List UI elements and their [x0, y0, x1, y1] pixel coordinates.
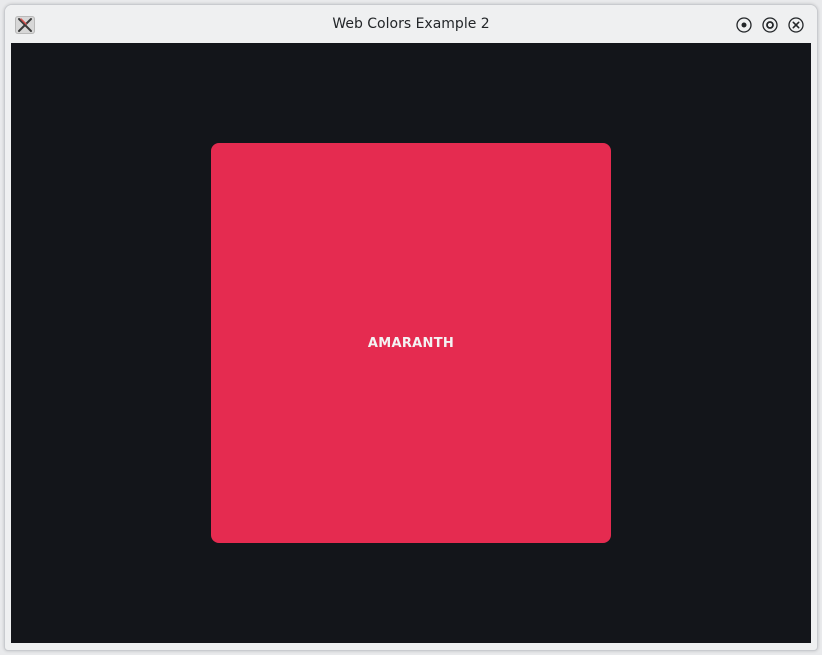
window-title: Web Colors Example 2: [332, 16, 490, 32]
app-window: Web Colors Example 2 AMARANTH: [4, 4, 818, 651]
minimize-button[interactable]: [736, 17, 752, 33]
close-icon: [788, 17, 804, 33]
color-swatch: AMARANTH: [211, 143, 611, 543]
maximize-icon: [762, 17, 778, 33]
close-button[interactable]: [788, 17, 804, 33]
content-area: AMARANTH: [11, 43, 811, 643]
title-bar[interactable]: Web Colors Example 2: [5, 5, 817, 43]
minimize-icon: [736, 17, 752, 33]
swatch-label: AMARANTH: [367, 335, 455, 351]
maximize-button[interactable]: [762, 17, 778, 33]
